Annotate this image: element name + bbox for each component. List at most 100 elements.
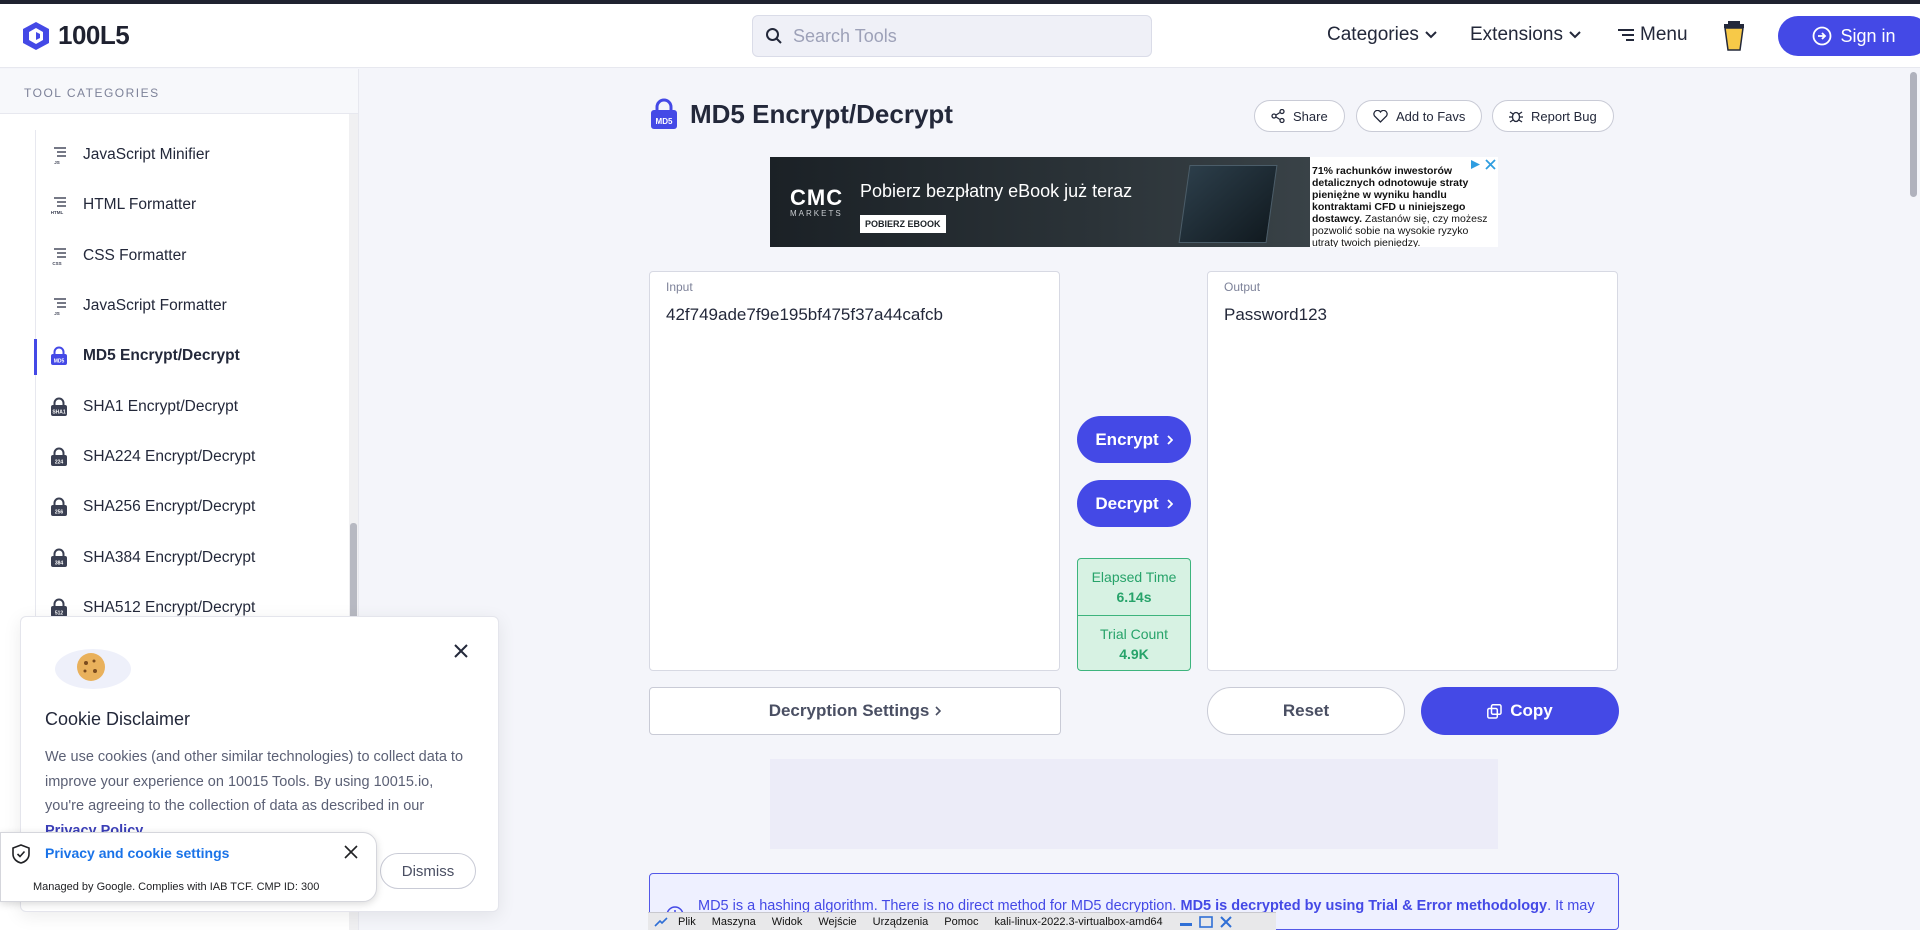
privacy-settings-link[interactable]: Privacy and cookie settings bbox=[45, 845, 229, 861]
search-input[interactable] bbox=[793, 16, 1143, 56]
chevron-down-icon bbox=[1569, 31, 1581, 39]
output-panel[interactable]: Output Password123 bbox=[1207, 271, 1618, 671]
vbox-menu-item[interactable]: Plik bbox=[678, 916, 696, 928]
ad-creative[interactable]: CMC MARKETS Pobierz bezpłatny eBook już … bbox=[770, 157, 1310, 247]
extensions-label: Extensions bbox=[1470, 24, 1563, 45]
restore-icon[interactable] bbox=[1198, 915, 1213, 928]
share-button[interactable]: Share bbox=[1254, 100, 1345, 132]
dismiss-button[interactable]: Dismiss bbox=[380, 853, 476, 889]
vbox-menu-item[interactable]: Urządzenia bbox=[873, 916, 929, 928]
close-icon[interactable] bbox=[1485, 159, 1496, 170]
svg-text:CSS: CSS bbox=[52, 261, 61, 266]
search-box[interactable] bbox=[752, 15, 1152, 57]
ad-banner[interactable]: CMC MARKETS Pobierz bezpłatny eBook już … bbox=[770, 157, 1498, 247]
logo-hex-icon bbox=[23, 21, 49, 50]
input-textarea[interactable]: 42f749ade7f9e195bf475f37a44cafcb bbox=[666, 305, 1046, 325]
sidebar-item-label: SHA512 Encrypt/Decrypt bbox=[83, 598, 256, 616]
buy-me-coffee-icon[interactable] bbox=[1722, 20, 1746, 57]
chevron-down-icon bbox=[1425, 31, 1437, 39]
sha512-lock-icon: 512 bbox=[49, 598, 69, 618]
virtualbox-menubar: Plik Maszyna Widok Wejście Urządzenia Pomoc k… bbox=[648, 912, 1276, 930]
sidebar-item-label: SHA384 Encrypt/Decrypt bbox=[83, 548, 256, 566]
sidebar-item[interactable]: SHA1 SHA1 Encrypt/Decrypt bbox=[36, 381, 345, 431]
copy-icon bbox=[1487, 703, 1502, 719]
elapsed-time: Elapsed Time 6.14s bbox=[1078, 559, 1190, 615]
network-icon bbox=[654, 916, 668, 927]
decryption-settings-button[interactable]: Decryption Settings bbox=[649, 687, 1061, 735]
sidebar-item-label: SHA224 Encrypt/Decrypt bbox=[83, 447, 256, 465]
svg-text:256: 256 bbox=[55, 510, 64, 516]
sha256-lock-icon: 256 bbox=[49, 497, 69, 517]
privacy-settings-subtitle: Managed by Google. Complies with IAB TCF… bbox=[33, 881, 320, 893]
decrypt-button[interactable]: Decrypt bbox=[1077, 480, 1191, 527]
sidebar-item[interactable]: CSS CSS Formatter bbox=[36, 231, 345, 281]
input-panel[interactable]: Input 42f749ade7f9e195bf475f37a44cafcb bbox=[649, 271, 1060, 671]
page-scroll-thumb[interactable] bbox=[1910, 72, 1917, 197]
sidebar-item[interactable]: HTML HTML Formatter bbox=[36, 180, 345, 230]
sidebar-item-label: MD5 Encrypt/Decrypt bbox=[83, 347, 240, 365]
output-textarea[interactable]: Password123 bbox=[1224, 305, 1604, 325]
extensions-dropdown[interactable]: Extensions bbox=[1470, 24, 1581, 46]
ad-placeholder bbox=[770, 759, 1498, 849]
minimize-icon[interactable] bbox=[1179, 917, 1193, 927]
elapsed-time-label: Elapsed Time bbox=[1091, 569, 1177, 585]
vbox-menu-item[interactable]: Wejście bbox=[818, 916, 856, 928]
vbox-menu-item[interactable]: Widok bbox=[772, 916, 803, 928]
signin-button[interactable]: Sign in bbox=[1778, 16, 1920, 56]
adchoices-icon[interactable] bbox=[1470, 159, 1481, 170]
ad-book-image bbox=[1178, 165, 1278, 243]
logo[interactable]: 100L5 bbox=[22, 20, 130, 51]
page-scrollbar[interactable] bbox=[1906, 69, 1920, 930]
sidebar-item[interactable]: JS JavaScript Minifier bbox=[36, 130, 345, 180]
sidebar-item-label: HTML Formatter bbox=[83, 196, 197, 214]
close-icon[interactable] bbox=[344, 845, 358, 859]
close-vm-icon[interactable] bbox=[1219, 915, 1233, 929]
copy-button[interactable]: Copy bbox=[1421, 687, 1619, 735]
encrypt-button[interactable]: Encrypt bbox=[1077, 416, 1191, 463]
share-icon bbox=[1271, 109, 1285, 123]
cookie-body: We use cookies (and other similar techno… bbox=[45, 745, 475, 843]
sidebar-item[interactable]: 384 SHA384 Encrypt/Decrypt bbox=[36, 532, 345, 582]
menu-lines-icon bbox=[1618, 29, 1634, 41]
svg-text:MD5: MD5 bbox=[656, 117, 673, 126]
report-bug-button[interactable]: Report Bug bbox=[1492, 100, 1614, 132]
trial-count: Trial Count 4.9K bbox=[1078, 615, 1190, 671]
svg-text:SHA1: SHA1 bbox=[52, 409, 66, 415]
css-formatter-icon: CSS bbox=[49, 246, 69, 266]
logo-text: 100L5 bbox=[58, 20, 130, 50]
vbox-menu-item[interactable]: Maszyna bbox=[712, 916, 756, 928]
svg-text:MD5: MD5 bbox=[54, 359, 65, 365]
sidebar-item[interactable]: 224 SHA224 Encrypt/Decrypt bbox=[36, 432, 345, 482]
report-bug-label: Report Bug bbox=[1531, 108, 1597, 124]
menu-button[interactable]: Menu bbox=[1618, 24, 1688, 46]
categories-label: Categories bbox=[1327, 24, 1419, 45]
decrypt-label: Decrypt bbox=[1095, 493, 1159, 513]
bug-icon bbox=[1509, 111, 1523, 123]
sidebar-item-label: SHA256 Encrypt/Decrypt bbox=[83, 498, 256, 516]
sidebar-item-label: CSS Formatter bbox=[83, 246, 187, 264]
sidebar-item-label: JavaScript Formatter bbox=[83, 297, 227, 315]
ad-brand-sub: MARKETS bbox=[790, 209, 843, 218]
shield-check-icon bbox=[12, 844, 30, 864]
close-icon[interactable] bbox=[453, 643, 469, 659]
sidebar-item[interactable]: JS JavaScript Formatter bbox=[36, 281, 345, 331]
svg-text:HTML: HTML bbox=[51, 210, 64, 215]
cookie-title: Cookie Disclaimer bbox=[45, 709, 191, 729]
sidebar-item[interactable]: 256 SHA256 Encrypt/Decrypt bbox=[36, 482, 345, 532]
ad-cta-button[interactable]: POBIERZ EBOOK bbox=[860, 215, 946, 233]
input-label: Input bbox=[666, 280, 693, 294]
md5-lock-icon: MD5 bbox=[49, 346, 69, 366]
js-formatter-icon: JS bbox=[49, 296, 69, 316]
reset-button[interactable]: Reset bbox=[1207, 687, 1405, 735]
svg-text:224: 224 bbox=[55, 459, 64, 465]
chevron-right-icon bbox=[1167, 498, 1173, 509]
sidebar-item[interactable]: MD5 MD5 Encrypt/Decrypt bbox=[34, 331, 345, 381]
ad-controls[interactable] bbox=[1470, 159, 1496, 170]
chevron-right-icon bbox=[935, 706, 942, 716]
encrypt-label: Encrypt bbox=[1095, 429, 1159, 449]
add-to-favs-button[interactable]: Add to Favs bbox=[1356, 100, 1483, 132]
copy-label: Copy bbox=[1510, 701, 1553, 720]
top-header: 100L5 Categories Extensions Menu Sign in bbox=[0, 4, 1920, 68]
vbox-menu-item[interactable]: Pomoc bbox=[944, 916, 978, 928]
categories-dropdown[interactable]: Categories bbox=[1327, 24, 1437, 46]
